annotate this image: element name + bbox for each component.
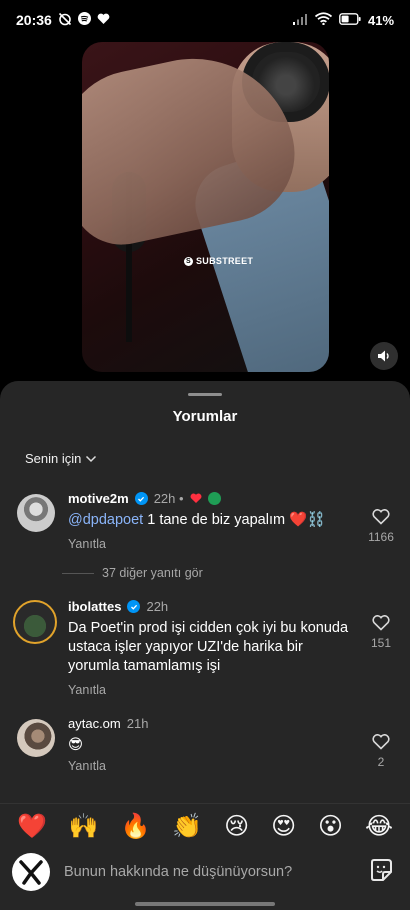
heart-outline-icon[interactable] (372, 615, 390, 631)
heart-outline-icon[interactable] (372, 509, 390, 525)
divider (62, 572, 94, 574)
comment-time: 22h • (153, 491, 184, 506)
avatar[interactable] (17, 494, 55, 532)
emoji-raised-hands-button[interactable]: 🙌 (69, 813, 99, 840)
emoji-fire-button[interactable]: 🔥 (121, 813, 151, 840)
my-avatar (12, 853, 50, 891)
sheet-title: Yorumlar (172, 408, 238, 425)
heart-outline-icon[interactable] (372, 734, 390, 750)
comment-text: 😎 (68, 737, 84, 753)
emoji-laughing-button[interactable]: 😂 (365, 813, 393, 840)
comment-text: @dpdapoet 1 tane de biz yapalım ❤️⛓️ (68, 512, 326, 528)
profile-logo-icon (19, 860, 43, 885)
drag-handle[interactable] (188, 393, 222, 396)
comment-time: 22h (146, 599, 169, 614)
avatar[interactable] (13, 600, 57, 644)
reply-button[interactable]: Yanıtla (68, 759, 358, 773)
reply-button[interactable]: Yanıtla (68, 537, 358, 551)
spotify-icon (77, 12, 91, 28)
emoji-heart-button[interactable]: ❤️ (17, 813, 47, 840)
sticker-button[interactable] (368, 857, 394, 883)
comment-time: 21h (126, 716, 149, 731)
creator-liked-heart-icon (190, 493, 202, 503)
watermark-logo-icon: S (184, 256, 193, 266)
like-control[interactable]: 2 (362, 734, 400, 769)
like-control[interactable]: 151 (362, 615, 400, 650)
sort-filter-dropdown[interactable]: Senin için (25, 451, 97, 466)
battery-icon (339, 12, 361, 28)
emoji-surprised-button[interactable]: 😮 (318, 813, 343, 840)
like-control[interactable]: 1166 (362, 509, 400, 544)
emoji-quick-bar: ❤️ 🙌 🔥 👏 😢 😍 😮 😂 (0, 803, 410, 849)
heart-status-icon (97, 12, 110, 28)
speaker-icon (378, 350, 389, 362)
avatar[interactable] (17, 719, 55, 757)
status-time: 20:36 (16, 12, 52, 28)
like-count: 2 (377, 755, 385, 769)
signal-icon (292, 13, 308, 28)
comment-input-bar (0, 849, 410, 910)
status-bar: 20:36 41% (0, 0, 410, 40)
alarm-off-icon (58, 12, 72, 29)
view-more-replies[interactable]: 37 diğer yanıtı gör (62, 566, 203, 580)
emoji-heart-eyes-button[interactable]: 😍 (271, 813, 296, 840)
emoji-crying-button[interactable]: 😢 (224, 813, 249, 840)
video-player[interactable]: S SUBSTREET (82, 42, 329, 372)
like-count: 151 (370, 636, 392, 650)
comment-username[interactable]: motive2m (68, 491, 129, 506)
comment-text: Da Poet'in prod işi cidden çok iyi bu ko… (68, 620, 349, 674)
watermark-text: SUBSTREET (196, 256, 254, 266)
home-indicator (135, 902, 275, 906)
verified-badge-icon (134, 492, 148, 505)
battery-level: 41% (367, 12, 394, 28)
like-count: 1166 (368, 530, 394, 544)
sort-filter-label: Senin için (25, 451, 82, 466)
wifi-icon (314, 12, 333, 28)
comments-sheet: Yorumlar Senin için motive2m 22h • @dpda… (0, 381, 410, 910)
verified-badge-icon (127, 600, 141, 613)
emoji-clap-button[interactable]: 👏 (172, 813, 202, 840)
comment-username[interactable]: ibolattes (68, 599, 121, 614)
chevron-down-icon (86, 455, 97, 462)
reply-button[interactable]: Yanıtla (68, 683, 358, 697)
sticker-icon (371, 859, 392, 881)
comment-input[interactable] (64, 859, 344, 885)
video-watermark: S SUBSTREET (184, 256, 253, 266)
creator-avatar-mini (207, 492, 221, 505)
view-more-replies-label: 37 diğer yanıtı gör (102, 566, 203, 580)
comment-username[interactable]: aytac.om (68, 716, 121, 731)
volume-button[interactable] (370, 342, 398, 370)
mention-link[interactable]: @dpdapoet (68, 512, 143, 528)
